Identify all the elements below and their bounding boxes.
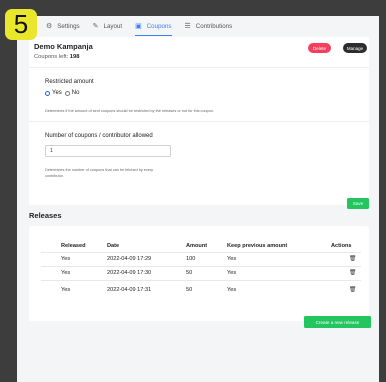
restricted-amount-help: Determines if the amount of sent coupons…: [45, 109, 215, 113]
tab-coupons[interactable]: ▣ Coupons: [135, 16, 172, 36]
row-divider: [41, 266, 361, 267]
column-header-released: Released: [61, 243, 86, 249]
row-divider: [41, 280, 361, 281]
tab-bar: ⚙ Settings ✎ Layout ▣ Coupons ☰ Contribu…: [17, 16, 379, 36]
coupons-per-contributor-input[interactable]: 1: [45, 145, 171, 157]
trash-icon[interactable]: 🗑: [349, 256, 356, 262]
tab-contributions[interactable]: ☰ Contributions: [185, 16, 233, 36]
pencil-icon: ✎: [92, 23, 99, 30]
cell-date: 2022-04-09 17:29: [107, 256, 152, 262]
create-release-button[interactable]: Create a new release: [304, 316, 371, 328]
column-header-date: Date: [107, 243, 120, 249]
cell-amount: 50: [186, 287, 193, 293]
gear-icon: ⚙: [46, 23, 53, 30]
radio-yes-label: Yes: [52, 90, 62, 96]
tab-label: Contributions: [195, 22, 233, 30]
trash-icon[interactable]: 🗑: [349, 287, 356, 293]
tab-settings[interactable]: ⚙ Settings: [46, 16, 80, 36]
cell-amount: 50: [186, 270, 193, 276]
coupons-per-contributor-help: Determines the number of coupons that ca…: [45, 168, 154, 178]
divider: [29, 67, 369, 68]
releases-title: Releases: [29, 211, 62, 220]
releases-card: [29, 226, 369, 321]
cell-released: Yes: [61, 287, 71, 293]
tab-label: Layout: [103, 22, 123, 30]
radio-yes[interactable]: [45, 90, 50, 96]
divider: [29, 121, 369, 122]
cell-released: Yes: [61, 270, 71, 276]
campaign-panel: ⚙ Settings ✎ Layout ▣ Coupons ☰ Contribu…: [17, 16, 379, 382]
column-header-amount: Amount: [186, 243, 208, 249]
cell-date: 2022-04-09 17:30: [107, 270, 152, 276]
ticket-icon: ▣: [135, 23, 142, 30]
cell-released: Yes: [61, 256, 71, 262]
tab-label: Coupons: [146, 22, 172, 30]
cell-keep: Yes: [227, 256, 237, 262]
column-header-keep-previous: Keep previous amount: [227, 243, 288, 249]
sliders-icon: ☰: [184, 23, 191, 30]
radio-no-label: No: [71, 90, 80, 96]
restricted-amount-radios: Yes No: [45, 90, 82, 96]
campaign-title: Demo Kampanja: [34, 42, 93, 51]
radio-no[interactable]: [64, 90, 70, 96]
cell-keep: Yes: [227, 287, 237, 293]
tab-label: Settings: [57, 22, 80, 30]
cell-amount: 100: [186, 256, 196, 262]
coupons-left-value: 198: [69, 54, 80, 60]
step-number-badge: 5: [5, 9, 37, 40]
delete-button[interactable]: Delete: [308, 43, 331, 53]
tab-layout[interactable]: ✎ Layout: [93, 16, 122, 36]
coupons-left: Coupons left: 198: [34, 54, 79, 60]
restricted-amount-label: Restricted amount: [45, 79, 94, 85]
cell-keep: Yes: [227, 270, 237, 276]
coupons-left-label: Coupons left:: [34, 54, 69, 60]
manage-button[interactable]: Manage: [343, 43, 367, 53]
coupons-per-contributor-label: Number of coupons / contributor allowed: [45, 133, 153, 139]
row-divider: [41, 252, 361, 253]
trash-icon[interactable]: 🗑: [349, 270, 356, 276]
column-header-actions: Actions: [331, 243, 352, 249]
save-button[interactable]: Save: [347, 198, 369, 209]
cell-date: 2022-04-09 17:31: [107, 287, 152, 293]
